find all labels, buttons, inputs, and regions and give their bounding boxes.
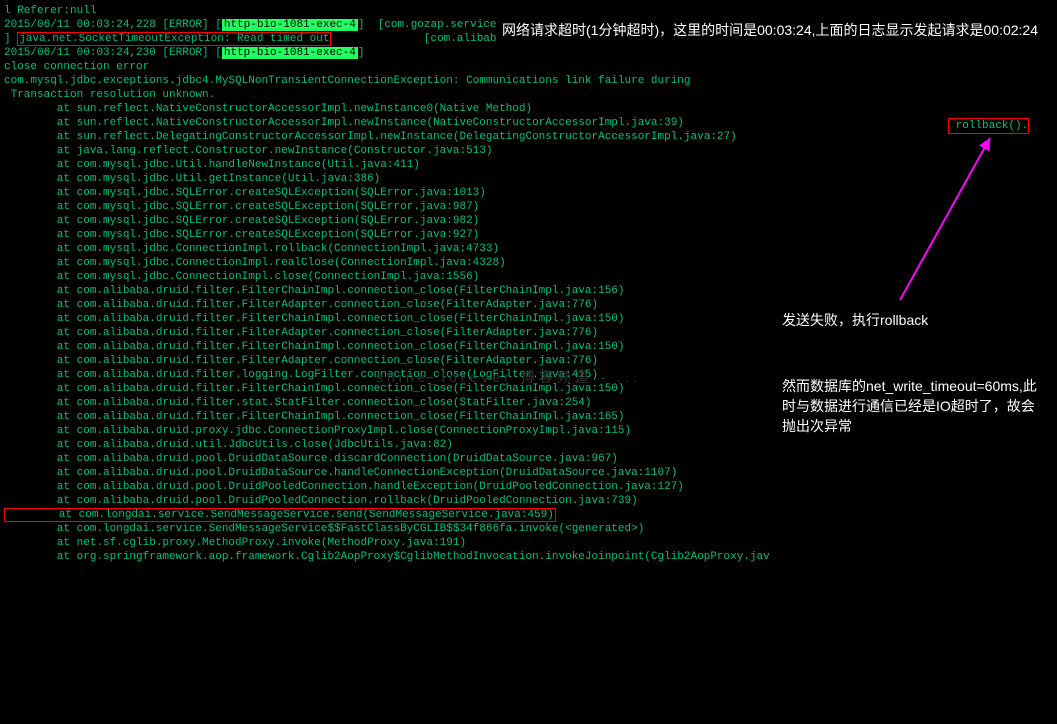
timestamp: 2015/06/11 00:03:24,230 [ERROR] [ xyxy=(4,47,222,59)
log-line: close connection error xyxy=(4,60,1057,74)
stack-frame: at com.alibaba.druid.filter.FilterChainI… xyxy=(4,340,1057,354)
stack-frame: at com.mysql.jdbc.SQLError.createSQLExce… xyxy=(4,228,1057,242)
thread-badge: http-bio-1081-exec-4 xyxy=(222,47,358,59)
timestamp: 2015/06/11 00:03:24,228 [ERROR] [ xyxy=(4,19,222,31)
stack-frame: at com.alibaba.druid.util.JdbcUtils.clos… xyxy=(4,438,1057,452)
stack-frame: at com.longdai.service.SendMessageServic… xyxy=(4,508,1057,522)
stack-frame: at com.alibaba.druid.pool.DruidDataSourc… xyxy=(4,466,1057,480)
thread-badge: http-bio-1081-exec-4 xyxy=(222,19,358,31)
stack-frame: at com.mysql.jdbc.ConnectionImpl.rollbac… xyxy=(4,242,1057,256)
stack-frame: at com.alibaba.druid.pool.DruidPooledCon… xyxy=(4,494,1057,508)
stack-frame: at com.alibaba.druid.pool.DruidPooledCon… xyxy=(4,480,1057,494)
stack-frame: at java.lang.reflect.Constructor.newInst… xyxy=(4,144,1057,158)
annotation-timeout: 网络请求超时(1分钟超时)，这里的时间是00:03:24,上面的日志显示发起请求… xyxy=(496,16,1056,44)
stack-frame: at com.longdai.service.SendMessageServic… xyxy=(4,522,1057,536)
highlighted-service-frame: at com.longdai.service.SendMessageServic… xyxy=(4,508,556,522)
highlighted-rollback: rollback(). xyxy=(948,118,1029,134)
stack-frame: at com.mysql.jdbc.Util.getInstance(Util.… xyxy=(4,172,1057,186)
stack-frame: at com.mysql.jdbc.Util.handleNewInstance… xyxy=(4,158,1057,172)
log-text: com.mysql.jdbc.exceptions.jdbc4.MySQLNon… xyxy=(4,75,691,87)
stack-frame: at com.alibaba.druid.pool.DruidDataSourc… xyxy=(4,452,1057,466)
annotation-rollback: 发送失败，执行rollback xyxy=(776,306,1048,334)
log-text: ] xyxy=(4,33,17,45)
stack-frame: at com.alibaba.druid.filter.FilterAdapte… xyxy=(4,354,1057,368)
stack-frame: at sun.reflect.NativeConstructorAccessor… xyxy=(4,116,1057,130)
stack-frame: at net.sf.cglib.proxy.MethodProxy.invoke… xyxy=(4,536,1057,550)
stack-frame: at com.mysql.jdbc.SQLError.createSQLExce… xyxy=(4,214,1057,228)
log-line: 2015/06/11 00:03:24,230 [ERROR] [http-bi… xyxy=(4,46,1057,60)
annotation-netwrite: 然而数据库的net_write_timeout=60ms,此时与数据进行通信已经… xyxy=(776,372,1048,440)
stack-frame: at com.mysql.jdbc.SQLError.createSQLExce… xyxy=(4,186,1057,200)
stack-frame: at com.alibaba.druid.filter.FilterChainI… xyxy=(4,284,1057,298)
stack-frame: at org.springframework.aop.framework.Cgl… xyxy=(4,550,1057,564)
stack-frame: at sun.reflect.DelegatingConstructorAcce… xyxy=(4,130,1057,144)
log-line: com.mysql.jdbc.exceptions.jdbc4.MySQLNon… xyxy=(4,74,1057,88)
stack-frame: at sun.reflect.NativeConstructorAccessor… xyxy=(4,102,1057,116)
highlighted-exception: java.net.SocketTimeoutException: Read ti… xyxy=(17,32,331,46)
stack-frame: at com.mysql.jdbc.SQLError.createSQLExce… xyxy=(4,200,1057,214)
stack-frame: at com.mysql.jdbc.ConnectionImpl.close(C… xyxy=(4,270,1057,284)
log-line: Transaction resolution unknown. xyxy=(4,88,1057,102)
stack-frame: at com.mysql.jdbc.ConnectionImpl.realClo… xyxy=(4,256,1057,270)
log-text: ] xyxy=(358,19,378,31)
watermark-text: shine_forever 博客频道 - ... xyxy=(376,370,641,384)
log-text: ] xyxy=(358,47,365,59)
